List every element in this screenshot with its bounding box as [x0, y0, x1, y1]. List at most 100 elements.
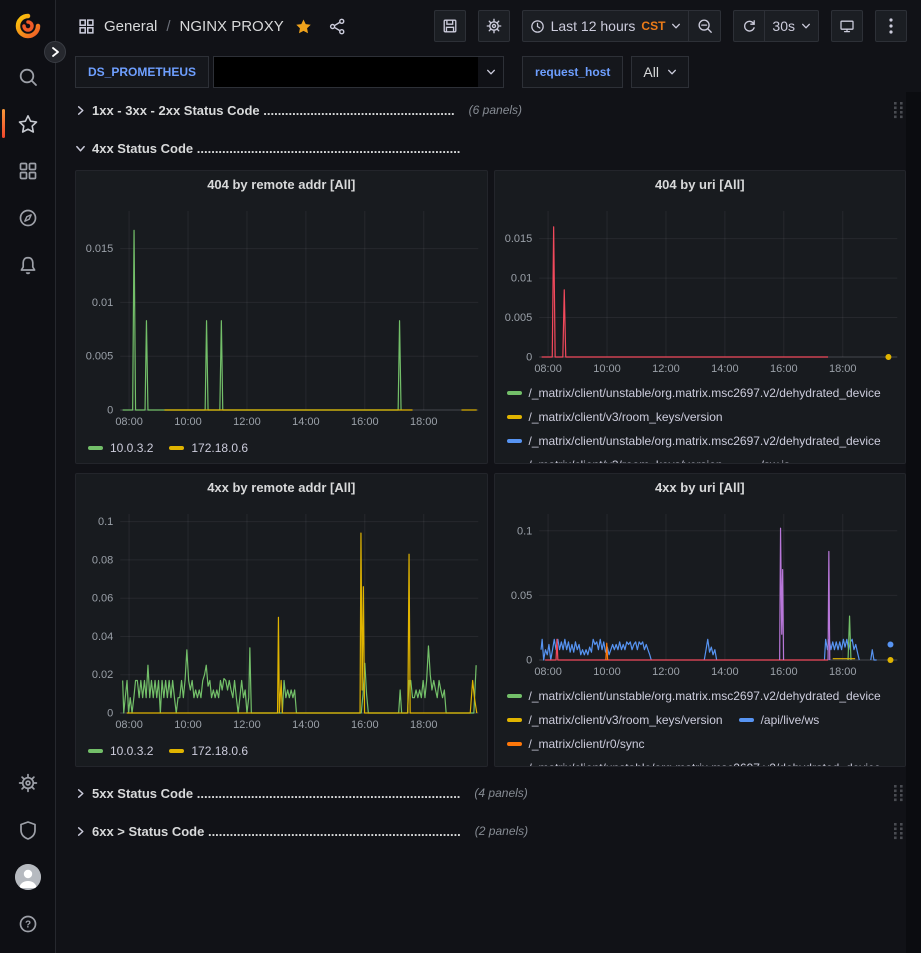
legend-item[interactable]: /_matrix/client/unstable/org.matrix.msc2… [507, 434, 881, 448]
sidebar-item-help[interactable]: ? [0, 900, 56, 947]
legend-swatch [507, 742, 522, 746]
legend-item[interactable]: /_matrix/client/v3/room_keys/version [507, 713, 723, 727]
chart-404-by-uri[interactable]: 08:0010:0012:0014:0016:0018:0000.0050.01… [495, 197, 906, 379]
breadcrumb-folder[interactable]: General [104, 18, 157, 35]
legend-item[interactable]: /_matrix/client/r0/sync [507, 737, 645, 751]
shield-icon [18, 820, 38, 840]
chevron-down-icon [478, 67, 503, 77]
tv-mode-button[interactable] [831, 10, 863, 42]
row-header-4xx[interactable]: 4xx Status Code ........................… [75, 134, 906, 162]
row-panel-count: (4 panels) [474, 786, 527, 800]
legend-item[interactable]: /_matrix/client/unstable/org.matrix.msc2… [507, 761, 881, 766]
refresh-interval-picker[interactable]: 30s [765, 10, 819, 42]
save-dashboard-button[interactable] [434, 10, 466, 42]
svg-text:10:00: 10:00 [593, 363, 621, 375]
svg-text:08:00: 08:00 [534, 363, 562, 375]
sidebar-item-alerting[interactable] [0, 241, 56, 288]
legend-item[interactable]: /_matrix/client/v3/room_keys/version [507, 410, 723, 424]
legend-row: 10.0.3.2 172.18.0.6 [88, 739, 479, 763]
refresh-button[interactable] [733, 10, 765, 42]
row-header-5xx[interactable]: 5xx Status Code ........................… [75, 779, 906, 807]
legend-item[interactable]: 172.18.0.6 [169, 744, 248, 758]
zoom-out-time-button[interactable] [689, 10, 721, 42]
svg-text:12:00: 12:00 [233, 719, 261, 731]
row-drag-handle[interactable] [893, 101, 904, 119]
chart-404-by-remote-addr[interactable]: 08:0010:0012:0014:0016:0018:0000.0050.01… [76, 197, 487, 432]
legend-item[interactable]: 10.0.3.2 [88, 441, 153, 455]
legend-row: /_matrix/client/unstable/org.matrix.msc2… [507, 429, 898, 453]
svg-text:10:00: 10:00 [174, 416, 202, 428]
sidebar-item-starred[interactable] [0, 100, 56, 147]
panel-title[interactable]: 404 by remote addr [All] [76, 171, 487, 197]
row-header-6xx[interactable]: 6xx > Status Code ......................… [75, 817, 906, 845]
sidebar-item-server-admin[interactable] [0, 806, 56, 853]
svg-text:18:00: 18:00 [828, 363, 856, 375]
svg-text:12:00: 12:00 [652, 363, 680, 375]
sidebar-item-dashboards[interactable] [0, 147, 56, 194]
row-panel-count: (2 panels) [475, 824, 528, 838]
legend-label: /_matrix/client/v3/room_keys/version [529, 713, 723, 727]
grafana-logo[interactable] [15, 13, 41, 39]
search-icon [18, 67, 38, 87]
time-controls: Last 12 hours CST [522, 10, 722, 42]
datasource-select[interactable] [213, 56, 504, 88]
svg-text:16:00: 16:00 [770, 666, 798, 678]
sidebar-item-configuration[interactable] [0, 759, 56, 806]
request-host-select[interactable]: All [631, 56, 689, 88]
legend-label: /_matrix/client/v3/room_keys/version [529, 410, 723, 424]
legend-label: /_matrix/client/v3/room_keys/version [529, 458, 723, 463]
legend-label: 10.0.3.2 [110, 744, 153, 758]
sidebar-nav-bottom: ? [0, 759, 56, 947]
sidebar-item-explore[interactable] [0, 194, 56, 241]
chart-4xx-by-remote-addr[interactable]: 08:0010:0012:0014:0016:0018:0000.020.040… [76, 500, 487, 735]
legend-item[interactable]: /_matrix/client/unstable/org.matrix.msc2… [507, 386, 881, 400]
dashboard-topbar: General / NGINX PROXY Last 12 hours CST [56, 0, 921, 52]
share-icon[interactable] [329, 18, 346, 35]
svg-text:0.1: 0.1 [98, 516, 113, 528]
row-drag-handle[interactable] [893, 822, 904, 840]
row-header-1xx-3xx-2xx[interactable]: 1xx - 3xx - 2xx Status Code ............… [75, 96, 906, 124]
bell-icon [18, 255, 38, 275]
legend-swatch [507, 391, 522, 395]
kebab-menu-button[interactable] [875, 10, 907, 42]
legend-swatch [169, 749, 184, 753]
sidebar-item-profile[interactable] [0, 853, 56, 900]
legend-item[interactable]: /_matrix/client/v3/room_keys/version [507, 458, 723, 463]
chart-4xx-by-uri[interactable]: 08:0010:0012:0014:0016:0018:0000.050.1 [495, 500, 906, 682]
time-range-picker[interactable]: Last 12 hours CST [522, 10, 690, 42]
legend-label: 10.0.3.2 [110, 441, 153, 455]
request-host-variable-label[interactable]: request_host [522, 56, 623, 88]
panel-title[interactable]: 4xx by remote addr [All] [76, 474, 487, 500]
legend-label: 172.18.0.6 [191, 744, 248, 758]
sidebar-expand-button[interactable] [44, 41, 66, 63]
row-drag-handle[interactable] [893, 784, 904, 802]
legend-item[interactable]: 172.18.0.6 [169, 441, 248, 455]
svg-text:0: 0 [107, 708, 113, 720]
legend-swatch [507, 439, 522, 443]
legend-label: /api/live/ws [761, 713, 820, 727]
panel-title[interactable]: 4xx by uri [All] [495, 474, 906, 500]
breadcrumb-separator: / [166, 18, 170, 35]
svg-text:16:00: 16:00 [770, 363, 798, 375]
legend-item[interactable]: /sw.js [739, 458, 790, 463]
panel-title[interactable]: 404 by uri [All] [495, 171, 906, 197]
legend-label: /_matrix/client/unstable/org.matrix.msc2… [529, 761, 881, 766]
datasource-variable-label[interactable]: DS_PROMETHEUS [75, 56, 209, 88]
svg-text:08:00: 08:00 [534, 666, 562, 678]
svg-text:0.08: 0.08 [92, 554, 113, 566]
dashboard-canvas: 1xx - 3xx - 2xx Status Code ............… [56, 92, 921, 953]
legend-item[interactable]: /api/live/ws [739, 713, 820, 727]
legend-label: /_matrix/client/unstable/org.matrix.msc2… [529, 386, 881, 400]
dashboard-title[interactable]: NGINX PROXY [180, 18, 284, 35]
scrollbar-gutter[interactable] [906, 92, 921, 953]
legend-item[interactable]: 10.0.3.2 [88, 744, 153, 758]
favorite-star-icon[interactable] [295, 18, 312, 35]
legend-item[interactable]: /_matrix/client/unstable/org.matrix.msc2… [507, 689, 881, 703]
gear-icon [18, 773, 38, 793]
time-range-label: Last 12 hours [551, 18, 636, 34]
dashboard-settings-button[interactable] [478, 10, 510, 42]
chevron-down-icon [667, 67, 677, 77]
legend-row: /_matrix/client/v3/room_keys/version/sw.… [507, 453, 898, 463]
apps-icon[interactable] [78, 18, 95, 35]
refresh-interval-label: 30s [772, 18, 795, 34]
